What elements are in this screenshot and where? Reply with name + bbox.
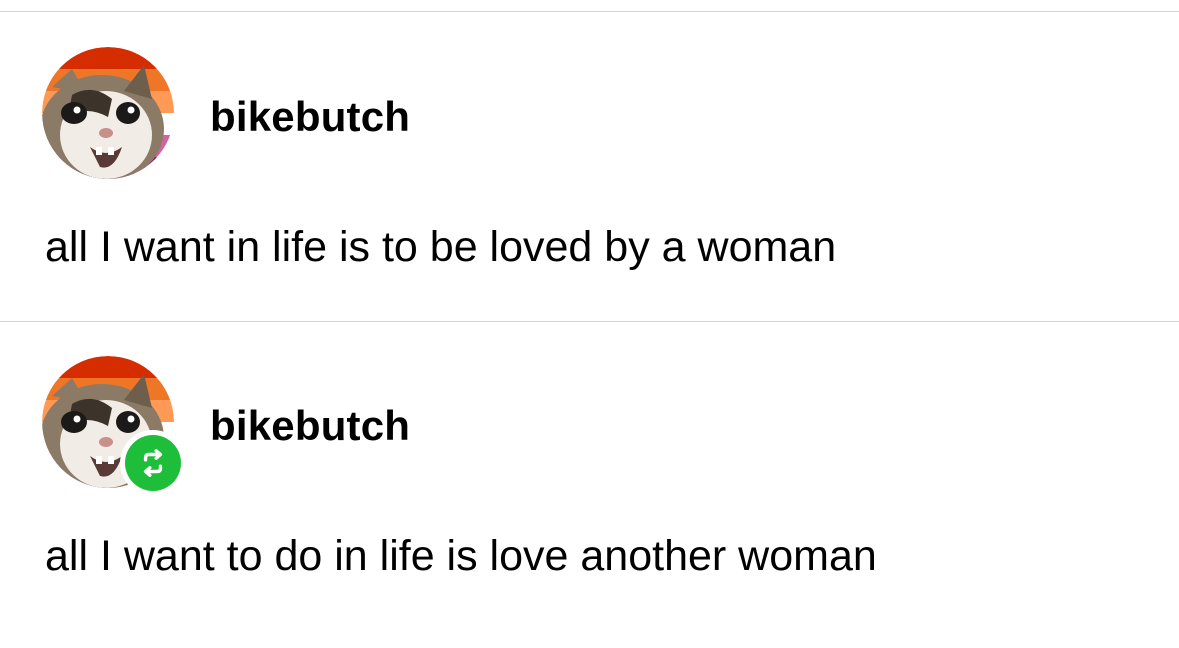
- username[interactable]: bikebutch: [210, 92, 410, 142]
- cat-avatar-icon: [42, 47, 174, 179]
- reblog-badge: [120, 430, 186, 496]
- top-divider: [0, 11, 1179, 12]
- post-divider: [0, 321, 1179, 322]
- post-text: all I want in life is to be loved by a w…: [45, 223, 837, 271]
- post-original: bikebutch all I want in life is to be lo…: [0, 47, 1179, 277]
- post-reblog: bikebutch all I want to do in life is lo…: [0, 356, 1179, 616]
- username[interactable]: bikebutch: [210, 401, 410, 451]
- reblog-icon: [143, 449, 163, 477]
- post-text: all I want to do in life is love another…: [45, 532, 877, 580]
- avatar[interactable]: [42, 356, 186, 496]
- avatar[interactable]: [42, 47, 174, 179]
